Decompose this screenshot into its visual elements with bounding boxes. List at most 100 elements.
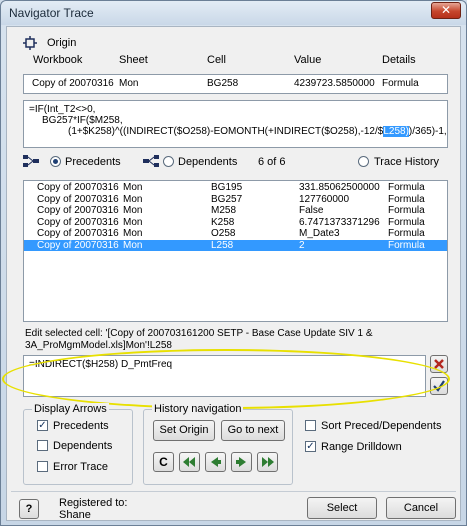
right-arrow-icon (236, 457, 246, 467)
navigator-trace-window: Navigator Trace ✕ Origin Workbook Sheet … (0, 0, 467, 526)
results-cell-details: Formula (388, 205, 425, 216)
double-left-arrow-icon (183, 457, 195, 467)
results-cell-workbook: Copy of 20070316 (37, 216, 119, 228)
results-cell-sheet: Mon (123, 228, 143, 239)
apply-edit-button[interactable] (430, 377, 448, 395)
set-origin-button[interactable]: Set Origin (153, 420, 215, 441)
origin-header-workbook: Workbook (33, 54, 83, 66)
results-cell-sheet: Mon (123, 239, 143, 251)
trace-history-radio[interactable] (358, 156, 369, 167)
help-button[interactable]: ? (19, 499, 39, 519)
origin-header-sheet: Sheet (119, 54, 148, 66)
formula-line-1: =IF(Int_T2<>0, (29, 104, 96, 115)
dependents-arrows-label[interactable]: Dependents (53, 440, 112, 452)
results-row[interactable]: Copy of 20070316 Mon M258 False Formula (24, 205, 447, 216)
results-row[interactable]: Copy of 20070316 Mon O258 M_Date3 Formula (24, 228, 447, 239)
dependents-radio[interactable] (163, 156, 174, 167)
double-right-arrow-icon (262, 457, 274, 467)
origin-details: Formula (382, 78, 419, 89)
title-bar[interactable]: Navigator Trace ✕ (1, 1, 466, 25)
edit-cell-field[interactable]: =INDIRECT($H258) D_PmtFreq (23, 355, 426, 397)
results-row[interactable]: Copy of 20070316 Mon L258 2 Formula (24, 239, 447, 251)
range-drilldown-label[interactable]: Range Drilldown (321, 441, 402, 453)
close-button[interactable]: ✕ (431, 2, 461, 19)
results-cell-cell: L258 (211, 239, 234, 251)
red-x-icon (434, 359, 444, 369)
history-navigation-legend: History navigation (152, 403, 244, 415)
results-cell-value: 6.7471373371296 (299, 216, 380, 228)
dependents-radio-label[interactable]: Dependents (178, 156, 237, 168)
edit-label-line-2: 3A_ProMgmModel.xls]Mon'!L258 (25, 340, 172, 351)
results-cell-workbook: Copy of 20070316 (37, 228, 119, 239)
clear-history-button[interactable]: C (153, 452, 174, 472)
results-cell-details: Formula (388, 182, 425, 193)
range-drilldown-checkbox[interactable]: ✓ (305, 441, 316, 452)
formula-box[interactable]: =IF(Int_T2<>0, BG257*IF($M258, (1+$K258)… (23, 100, 448, 148)
results-cell-cell: K258 (211, 216, 235, 228)
results-cell-cell: M258 (211, 205, 237, 216)
go-to-next-button[interactable]: Go to next (221, 420, 285, 441)
origin-header-details: Details (382, 54, 416, 66)
target-icon (23, 36, 37, 50)
precedents-radio-label[interactable]: Precedents (65, 156, 121, 168)
select-button[interactable]: Select (307, 497, 377, 519)
results-row[interactable]: Copy of 20070316 Mon BG257 127760000 Formula (24, 194, 447, 205)
results-cell-sheet: Mon (123, 193, 143, 205)
results-cell-details: Formula (388, 216, 425, 228)
registered-user: Shane (59, 509, 91, 521)
next-history-button[interactable] (231, 452, 252, 472)
origin-row[interactable]: Copy of 20070316 Mon BG258 4239723.58500… (23, 74, 448, 94)
results-cell-value: M_Date3 (299, 228, 340, 239)
results-cell-cell: BG195 (211, 182, 243, 193)
results-cell-details: Formula (388, 228, 425, 239)
results-row[interactable]: Copy of 20070316 Mon BG195 331.85062500000 F… (24, 182, 447, 193)
discard-edit-button[interactable] (430, 355, 448, 373)
origin-value: 4239723.5850000 (294, 78, 375, 89)
origin-sheet: Mon (119, 78, 139, 89)
trace-history-label[interactable]: Trace History (374, 156, 439, 168)
edit-cell-value: =INDIRECT($H258) D_PmtFreq (29, 359, 173, 370)
precedents-icon (23, 155, 39, 167)
error-trace-checkbox[interactable] (37, 461, 48, 472)
formula-line-3: (1+$K258)^((INDIRECT($O258)-EOMONTH(+IND… (68, 126, 447, 137)
cancel-button[interactable]: Cancel (386, 497, 456, 519)
previous-history-button[interactable] (205, 452, 226, 472)
dependents-icon (143, 155, 159, 167)
results-cell-workbook: Copy of 20070316 (37, 182, 119, 193)
results-cell-cell: O258 (211, 228, 236, 239)
results-cell-details: Formula (388, 239, 425, 251)
results-cell-workbook: Copy of 20070316 (37, 239, 119, 251)
error-trace-label[interactable]: Error Trace (53, 461, 108, 473)
first-history-button[interactable] (179, 452, 200, 472)
results-cell-sheet: Mon (123, 182, 143, 193)
results-cell-sheet: Mon (123, 216, 143, 228)
sort-preced-dependents-label[interactable]: Sort Preced/Dependents (321, 420, 441, 432)
precedents-radio[interactable] (50, 156, 61, 167)
dependents-arrows-checkbox[interactable] (37, 440, 48, 451)
dialog-body: Origin Workbook Sheet Cell Value Details… (2, 26, 461, 521)
results-list[interactable]: Copy of 20070316 Mon BG195 331.85062500000 F… (23, 180, 448, 322)
trace-count: 6 of 6 (258, 156, 286, 168)
formula-line-3-before: (1+$K258)^((INDIRECT($O258)-EOMONTH(+IND… (68, 126, 384, 137)
formula-line-2: BG257*IF($M258, (42, 115, 123, 126)
edit-label-line-1: Edit selected cell: '[Copy of 2007031612… (25, 328, 373, 339)
origin-cell: BG258 (207, 78, 239, 89)
results-cell-cell: BG257 (211, 193, 243, 205)
formula-line-3-after: )/365)-1, (408, 126, 447, 137)
registered-to-label: Registered to: (59, 497, 128, 509)
last-history-button[interactable] (257, 452, 278, 472)
results-cell-details: Formula (388, 193, 425, 205)
results-cell-value: 2 (299, 239, 305, 251)
window-title: Navigator Trace (9, 6, 94, 20)
origin-workbook: Copy of 20070316 (32, 78, 114, 89)
sort-preced-dependents-checkbox[interactable] (305, 420, 316, 431)
precedents-arrows-checkbox[interactable]: ✓ (37, 420, 48, 431)
results-cell-value: 127760000 (299, 193, 350, 205)
results-cell-value: 331.85062500000 (299, 182, 380, 193)
results-row[interactable]: Copy of 20070316 Mon K258 6.7471373371296 Fo… (24, 217, 447, 228)
results-cell-value: False (299, 205, 324, 216)
precedents-arrows-label[interactable]: Precedents (53, 420, 109, 432)
left-arrow-icon (211, 457, 221, 467)
origin-header-cell: Cell (207, 54, 226, 66)
footer-divider (11, 491, 456, 492)
